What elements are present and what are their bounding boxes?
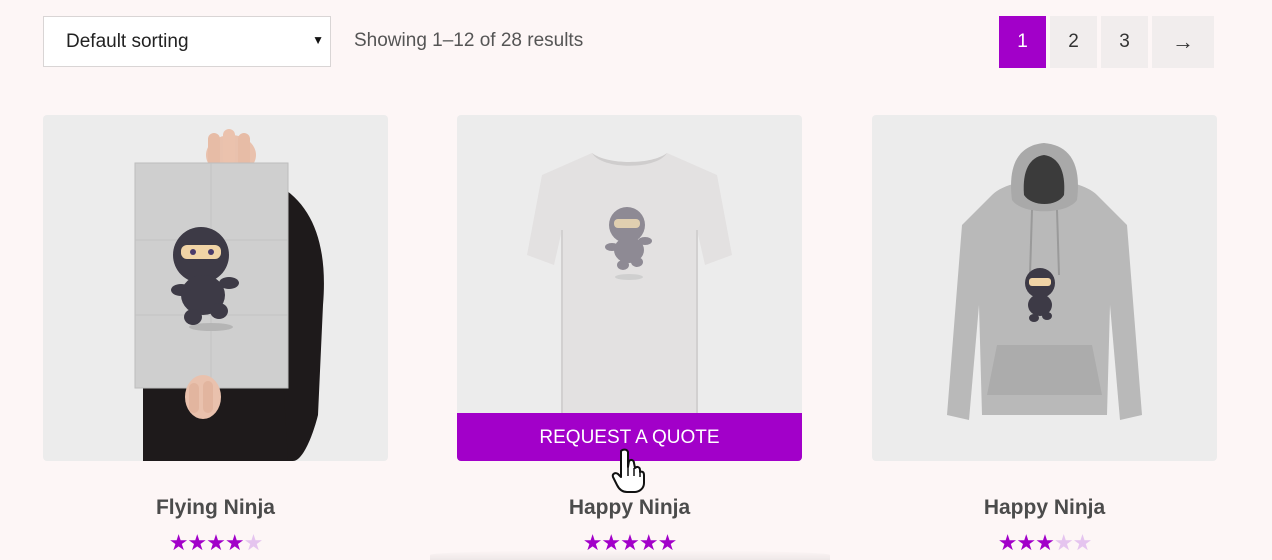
product-card: REQUEST A QUOTE Happy Ninja ★★★★★ [457,115,802,554]
star-icon: ★★★★ [168,530,245,555]
product-title[interactable]: Happy Ninja [457,496,802,520]
product-image-link[interactable]: REQUEST A QUOTE [457,115,802,461]
product-card: Flying Ninja ★★★★★ [43,115,388,554]
product-image-link[interactable] [43,115,388,461]
star-empty-icon: ★ [243,530,264,555]
sorting-select[interactable]: Default sorting ▼ [43,16,331,67]
star-rating: ★★★★★ [872,532,1217,554]
star-icon: ★★★ [997,530,1055,555]
tshirt-image [527,153,732,416]
page-button-2[interactable]: 2 [1050,16,1097,68]
hand-cursor-icon [611,448,645,493]
page-button-3[interactable]: 3 [1101,16,1148,68]
footer-shadow [430,550,830,560]
pagination: 1 2 3 → [999,16,1214,68]
product-title[interactable]: Flying Ninja [43,496,388,520]
product-title[interactable]: Happy Ninja [872,496,1217,520]
product-image-link[interactable] [872,115,1217,461]
sorting-select-label: Default sorting [66,30,189,52]
star-rating: ★★★★★ [43,532,388,554]
result-count: Showing 1–12 of 28 results [354,30,584,51]
product-card: Happy Ninja ★★★★★ [872,115,1217,554]
chevron-down-icon: ▼ [312,33,324,47]
star-empty-icon: ★★ [1053,530,1092,555]
hoodie-image [947,143,1142,420]
next-page-button[interactable]: → [1152,16,1214,68]
page-button-1[interactable]: 1 [999,16,1046,68]
poster-image [134,129,324,461]
